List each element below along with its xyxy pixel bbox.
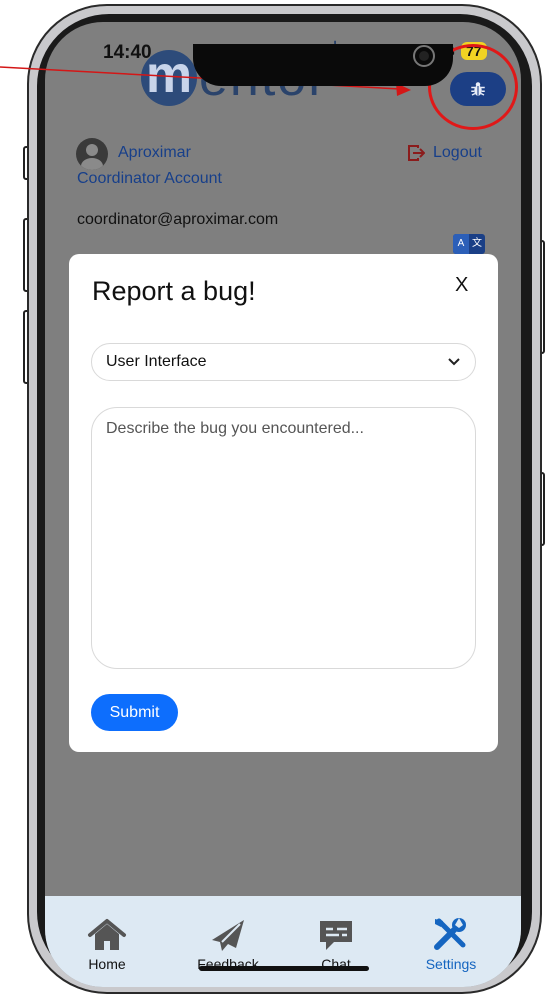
annotation-arrow bbox=[0, 66, 411, 96]
front-camera bbox=[413, 45, 435, 67]
